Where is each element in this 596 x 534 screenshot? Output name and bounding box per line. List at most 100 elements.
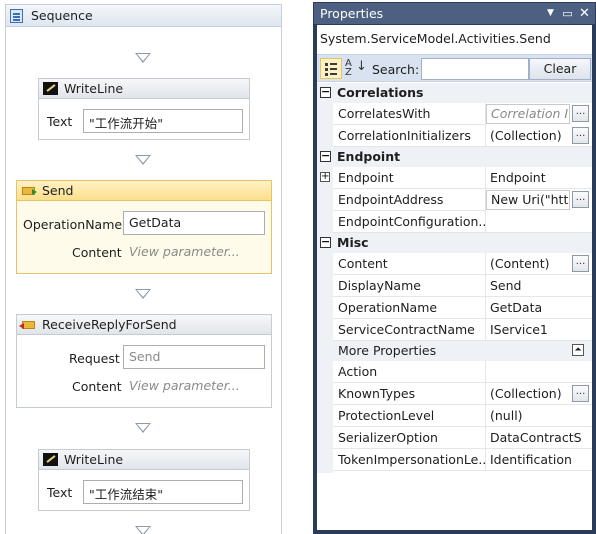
- properties-title-bar[interactable]: Properties ▼ ▭ ✕: [314, 3, 595, 24]
- close-icon[interactable]: ✕: [578, 7, 591, 20]
- property-row-endpointaddress[interactable]: EndpointAddress New Uri("htt ...: [317, 189, 592, 211]
- property-name: ServiceContractName: [333, 319, 486, 341]
- send-activity[interactable]: Send OperationName GetData Content View …: [16, 180, 272, 274]
- row-gutter: [317, 383, 333, 405]
- property-value[interactable]: Identification: [486, 449, 592, 471]
- property-value[interactable]: Correlation I: [486, 104, 570, 124]
- ellipsis-button[interactable]: ...: [572, 191, 589, 208]
- property-name: EndpointConfiguration...: [333, 211, 486, 233]
- dropdown-icon[interactable]: ▼: [544, 7, 557, 20]
- drop-arrow-icon[interactable]: [135, 53, 151, 63]
- property-value[interactable]: Send: [486, 275, 592, 297]
- content-label: Content: [72, 245, 122, 260]
- property-row-correlationinitializers[interactable]: CorrelationInitializers (Collection) ...: [317, 125, 592, 147]
- workflow-designer: Sequence WriteLine Text "工作流开始" Send Ope…: [0, 0, 290, 534]
- row-gutter: [317, 449, 333, 471]
- drop-arrow-icon[interactable]: [135, 289, 151, 299]
- property-value[interactable]: New Uri("htt: [486, 190, 570, 210]
- row-gutter: [317, 253, 333, 275]
- sequence-title: Sequence: [31, 8, 93, 23]
- activity-title: WriteLine: [64, 81, 124, 96]
- property-row-servicecontractname[interactable]: ServiceContractName IService1: [317, 319, 592, 341]
- row-gutter: [317, 405, 333, 427]
- property-value[interactable]: (null): [486, 405, 592, 427]
- receive-reply-activity[interactable]: ReceiveReplyForSend Request Send Content…: [16, 314, 272, 408]
- property-row-operationname[interactable]: OperationName GetData: [317, 297, 592, 319]
- property-value[interactable]: DataContractS: [486, 427, 592, 449]
- operation-name-label: OperationName: [23, 217, 123, 232]
- row-gutter: [317, 319, 333, 341]
- content-view-parameter-link[interactable]: View parameter...: [123, 240, 265, 264]
- more-properties-header[interactable]: More Properties ⏶: [333, 341, 592, 361]
- property-value[interactable]: [486, 361, 592, 383]
- writeline-start-activity[interactable]: WriteLine Text "工作流开始": [38, 78, 250, 140]
- text-field[interactable]: "工作流结束": [83, 480, 243, 504]
- property-row-serializeroption[interactable]: SerializerOption DataContractS: [317, 427, 592, 449]
- property-name: SerializerOption: [333, 427, 486, 449]
- ellipsis-button[interactable]: ...: [572, 255, 589, 272]
- text-field[interactable]: "工作流开始": [83, 109, 243, 133]
- property-name: EndpointAddress: [333, 189, 486, 211]
- row-gutter: [317, 103, 333, 125]
- property-name: Endpoint: [333, 167, 486, 189]
- activity-header[interactable]: ReceiveReplyForSend: [17, 315, 271, 335]
- sequence-activity[interactable]: Sequence WriteLine Text "工作流开始" Send Ope…: [5, 4, 282, 534]
- expand-icon[interactable]: +: [320, 172, 330, 182]
- category-misc[interactable]: − Misc: [317, 233, 592, 253]
- property-row-displayname[interactable]: DisplayName Send: [317, 275, 592, 297]
- row-gutter: [317, 297, 333, 319]
- ellipsis-button[interactable]: ...: [572, 105, 589, 122]
- operation-name-field[interactable]: GetData: [123, 211, 265, 235]
- property-value[interactable]: [486, 211, 592, 233]
- row-gutter: [317, 211, 333, 233]
- maximize-icon[interactable]: ▭: [561, 7, 574, 20]
- category-correlations[interactable]: − Correlations: [317, 83, 592, 103]
- property-value[interactable]: Endpoint: [486, 167, 592, 189]
- property-grid: − Correlations CorrelatesWith Correlatio…: [317, 83, 592, 530]
- request-field[interactable]: Send: [123, 345, 265, 369]
- property-row-correlateswith[interactable]: CorrelatesWith Correlation I ...: [317, 103, 592, 125]
- category-label: Correlations: [337, 85, 424, 100]
- drop-arrow-icon[interactable]: [135, 423, 151, 433]
- property-row-endpointconfiguration[interactable]: EndpointConfiguration...: [317, 211, 592, 233]
- content-view-parameter-link[interactable]: View parameter...: [123, 374, 265, 398]
- activity-header[interactable]: WriteLine: [39, 450, 249, 470]
- clear-button[interactable]: Clear: [529, 58, 591, 80]
- drop-arrow-icon[interactable]: [135, 526, 151, 534]
- categorized-view-icon[interactable]: [320, 58, 342, 79]
- collapse-icon[interactable]: −: [320, 86, 331, 98]
- property-row-tokenimpersonation[interactable]: TokenImpersonationLe... Identification: [317, 449, 592, 471]
- collapse-icon[interactable]: −: [320, 150, 331, 162]
- activity-header[interactable]: WriteLine: [39, 79, 249, 99]
- property-name: KnownTypes: [333, 383, 486, 405]
- ellipsis-button[interactable]: ...: [572, 127, 589, 144]
- property-row-knowntypes[interactable]: KnownTypes (Collection) ...: [317, 383, 592, 405]
- property-value[interactable]: IService1: [486, 319, 592, 341]
- receive-icon: [19, 321, 35, 329]
- collapse-icon[interactable]: −: [320, 236, 331, 248]
- property-row-endpoint[interactable]: + Endpoint Endpoint: [317, 167, 592, 189]
- category-label: Endpoint: [337, 149, 401, 164]
- sequence-header[interactable]: Sequence: [6, 5, 281, 27]
- activity-title: Send: [42, 183, 74, 198]
- properties-body: System.ServiceModel.Activities.Send A Z ↓ …: [317, 25, 592, 530]
- row-gutter: [317, 275, 333, 297]
- writeline-end-activity[interactable]: WriteLine Text "工作流结束": [38, 449, 250, 511]
- properties-window: Properties ▼ ▭ ✕ System.ServiceModel.Act…: [313, 2, 596, 534]
- request-label: Request: [69, 351, 120, 366]
- property-value[interactable]: GetData: [486, 297, 592, 319]
- row-gutter: [317, 189, 333, 211]
- collapse-up-icon[interactable]: ⏶: [572, 344, 584, 356]
- text-label: Text: [47, 114, 73, 129]
- drop-arrow-icon[interactable]: [135, 155, 151, 165]
- category-endpoint[interactable]: − Endpoint: [317, 147, 592, 167]
- content-label: Content: [72, 379, 122, 394]
- activity-header[interactable]: Send: [17, 181, 271, 201]
- search-input[interactable]: [421, 58, 529, 80]
- property-row-protectionlevel[interactable]: ProtectionLevel (null): [317, 405, 592, 427]
- property-name: CorrelatesWith: [333, 103, 486, 125]
- property-row-action[interactable]: Action: [317, 361, 592, 383]
- property-row-content[interactable]: Content (Content) ...: [317, 253, 592, 275]
- alphabetical-sort-icon[interactable]: A Z ↓: [345, 59, 367, 79]
- ellipsis-button[interactable]: ...: [572, 385, 589, 402]
